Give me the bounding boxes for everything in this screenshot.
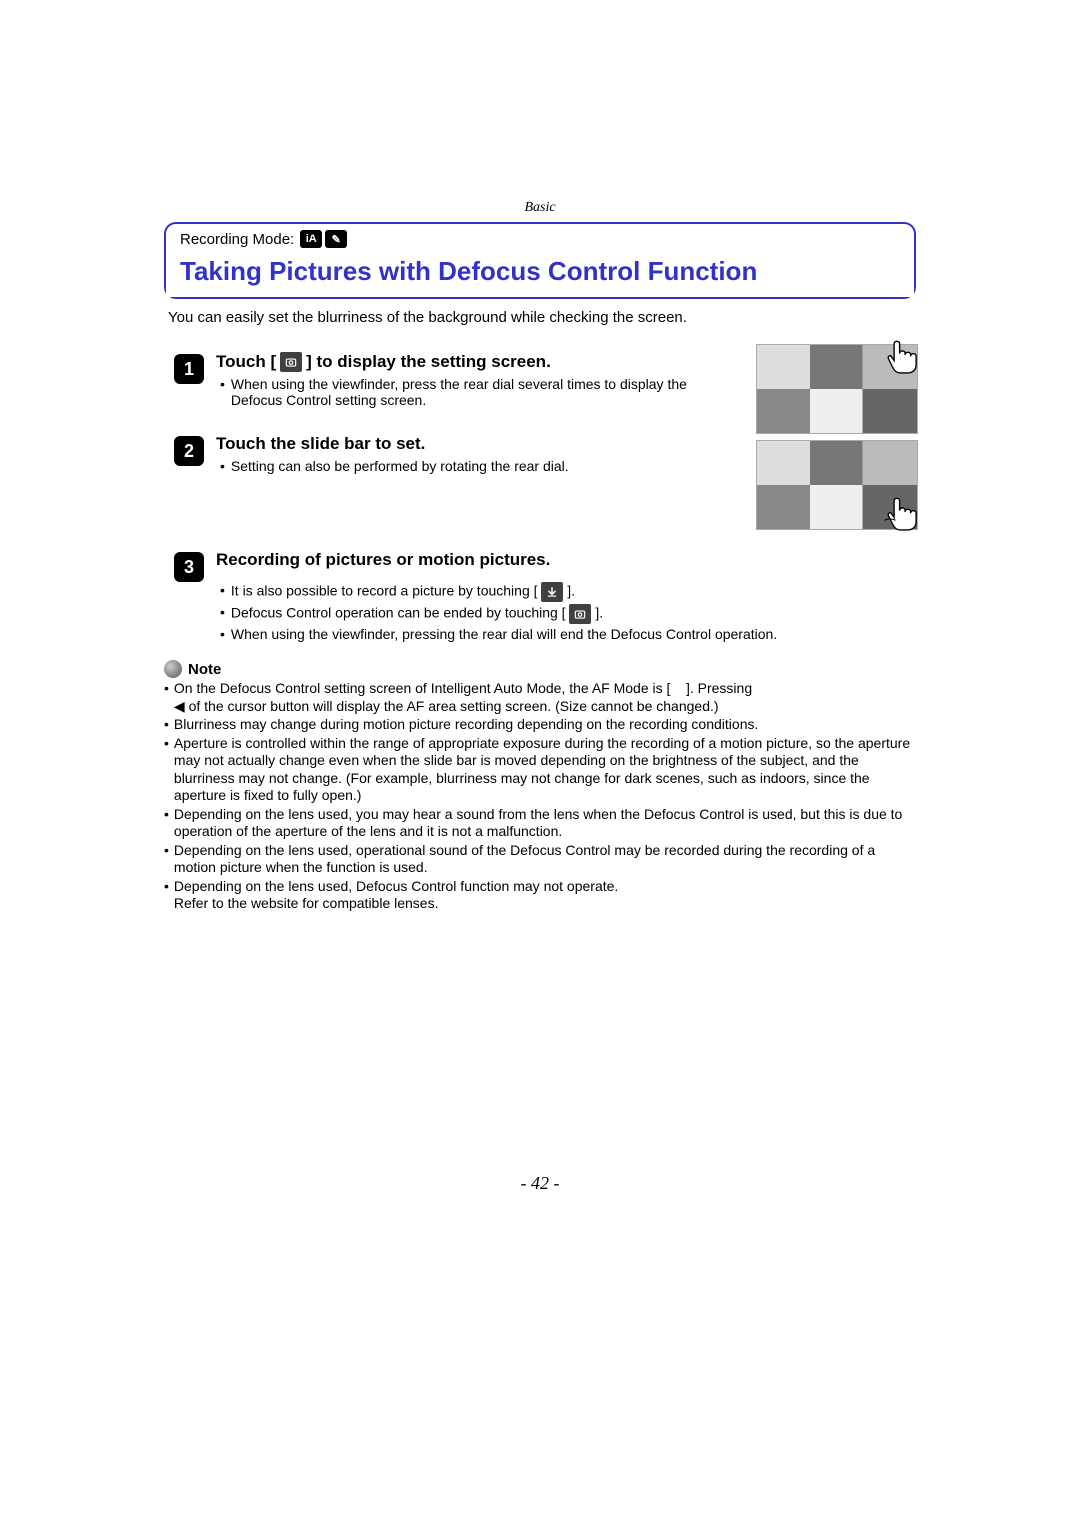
- note-5-text: Depending on the lens used, operational …: [174, 842, 916, 877]
- step-2: 2 Touch the slide bar to set. • Setting …: [174, 434, 736, 476]
- step-1-title: Touch [ ] to display the setting screen.: [216, 352, 736, 372]
- defocus-icon: [569, 604, 591, 624]
- note-item: • On the Defocus Control setting screen …: [164, 680, 916, 715]
- note-label: Note: [188, 661, 221, 678]
- intro-text: You can easily set the blurriness of the…: [168, 309, 912, 326]
- title-box: Recording Mode: iA ✎ Taking Pictures wit…: [164, 222, 916, 299]
- step-3-bullet-1: • It is also possible to record a pictur…: [220, 582, 906, 602]
- recording-mode-icons: iA ✎: [300, 230, 347, 248]
- mode-palette-icon: ✎: [325, 230, 347, 248]
- note-item: •Depending on the lens used, Defocus Con…: [164, 878, 916, 913]
- step-number: 2: [174, 436, 204, 466]
- page-title: Taking Pictures with Defocus Control Fun…: [166, 250, 914, 297]
- mode-ia-icon: iA: [300, 230, 322, 248]
- notes-list: • On the Defocus Control setting screen …: [164, 680, 916, 913]
- step-3-b2-pre: Defocus Control operation can be ended b…: [231, 605, 566, 621]
- step-3-title-text: Recording of pictures or motion pictures…: [216, 550, 550, 570]
- note-item: •Depending on the lens used, you may hea…: [164, 806, 916, 841]
- step-3: 3 Recording of pictures or motion pictur…: [174, 550, 916, 644]
- note-1-tail: of the cursor button will display the AF…: [185, 698, 719, 714]
- step-2-title: Touch the slide bar to set.: [216, 434, 736, 454]
- step-3-b1-post: ].: [567, 583, 575, 599]
- shutter-icon: [541, 582, 563, 602]
- note-item: •Depending on the lens used, operational…: [164, 842, 916, 877]
- recording-mode-label: Recording Mode:: [180, 231, 294, 248]
- defocus-icon: [280, 352, 302, 372]
- note-item: •Aperture is controlled within the range…: [164, 735, 916, 805]
- step-1-bullet: • When using the viewfinder, press the r…: [220, 376, 726, 408]
- step-3-title: Recording of pictures or motion pictures…: [216, 550, 576, 570]
- note-1-post: ]. Pressing: [686, 680, 752, 696]
- note-4-text: Depending on the lens used, you may hear…: [174, 806, 916, 841]
- step-2-bullet-text: Setting can also be performed by rotatin…: [231, 458, 726, 474]
- cursor-left-icon: ◀: [174, 698, 185, 716]
- section-header: Basic: [164, 200, 916, 216]
- page-number: - 42 -: [164, 1173, 916, 1194]
- step-1-title-post: ] to display the setting screen.: [306, 352, 551, 372]
- step-2-bullet: • Setting can also be performed by rotat…: [220, 458, 726, 474]
- step-3-bullet-2: • Defocus Control operation can be ended…: [220, 604, 906, 624]
- step-1-bullet-text: When using the viewfinder, press the rea…: [231, 376, 726, 408]
- note-1-pre: On the Defocus Control setting screen of…: [174, 680, 671, 696]
- note-2-text: Blurriness may change during motion pict…: [174, 716, 916, 734]
- step-1: 1 Touch [ ] to display the setting scree…: [174, 352, 736, 410]
- step-3-b1-pre: It is also possible to record a picture …: [231, 583, 538, 599]
- step-3-b2-post: ].: [595, 605, 603, 621]
- note-header: Note: [164, 660, 916, 678]
- touch-screen-illustration-1: [756, 344, 918, 434]
- touch-hand-icon: [879, 333, 923, 382]
- step-3-b3-text: When using the viewfinder, pressing the …: [231, 626, 906, 642]
- step-2-title-text: Touch the slide bar to set.: [216, 434, 425, 454]
- step-1-title-pre: Touch [: [216, 352, 276, 372]
- touch-screen-illustration-2: [756, 440, 918, 530]
- manual-page: Basic Recording Mode: iA ✎ Taking Pictur…: [164, 200, 916, 1194]
- touch-hand-icon: [879, 490, 923, 539]
- note-item: •Blurriness may change during motion pic…: [164, 716, 916, 734]
- step-number: 3: [174, 552, 204, 582]
- step-3-bullet-3: • When using the viewfinder, pressing th…: [220, 626, 906, 642]
- note-6-text: Depending on the lens used, Defocus Cont…: [174, 878, 916, 913]
- recording-mode-row: Recording Mode: iA ✎: [166, 224, 914, 250]
- note-3-text: Aperture is controlled within the range …: [174, 735, 916, 805]
- note-icon: [164, 660, 182, 678]
- step-number: 1: [174, 354, 204, 384]
